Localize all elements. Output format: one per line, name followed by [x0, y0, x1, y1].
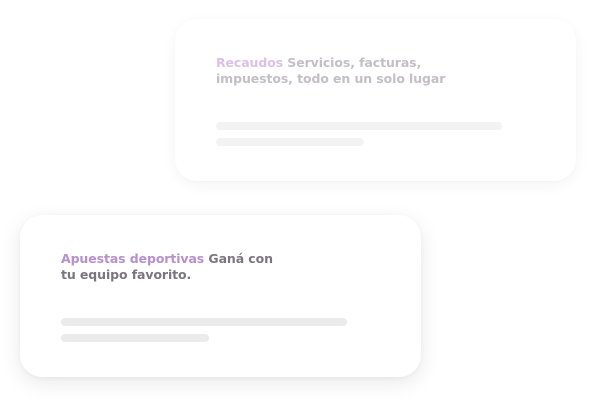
apuestas-card[interactable]: Apuestas deportivas Ganá con tu equipo f…: [20, 215, 421, 377]
recaudos-card[interactable]: Recaudos Servicios, facturas, impuestos,…: [175, 19, 576, 181]
recaudos-title: Recaudos: [216, 55, 284, 70]
recaudos-headline: Recaudos Servicios, facturas, impuestos,…: [216, 55, 446, 87]
placeholder-line-long: [61, 318, 347, 326]
apuestas-headline: Apuestas deportivas Ganá con tu equipo f…: [61, 251, 291, 283]
placeholder-line-short: [216, 138, 364, 146]
apuestas-title: Apuestas deportivas: [61, 251, 205, 266]
placeholder-line-long: [216, 122, 502, 130]
placeholder-line-short: [61, 334, 209, 342]
